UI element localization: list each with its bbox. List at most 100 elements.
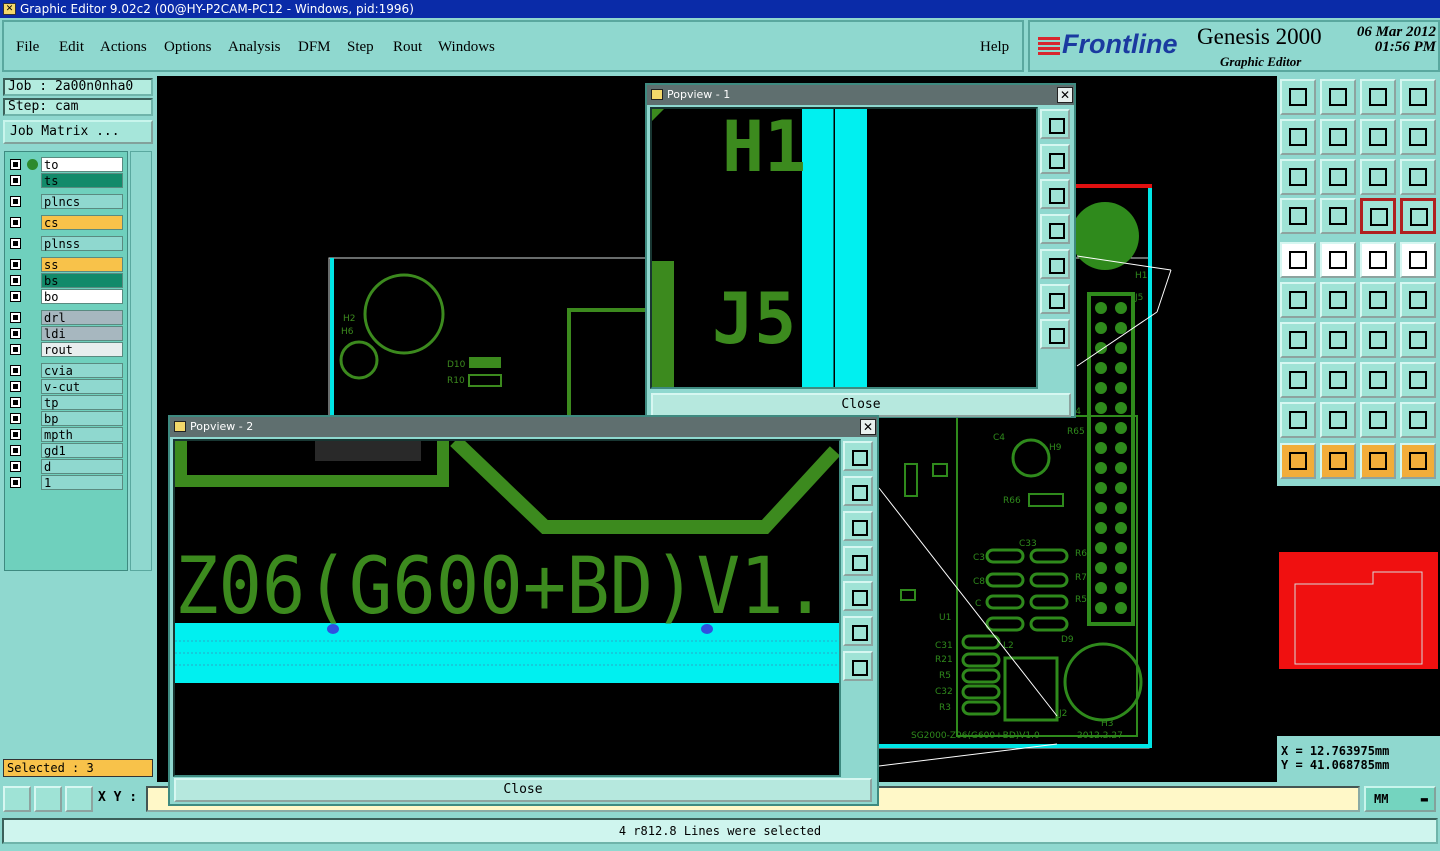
route-edit-button[interactable]	[1400, 443, 1436, 479]
ruler-button[interactable]	[1360, 242, 1396, 278]
job-matrix-button[interactable]: Job Matrix ...	[3, 120, 153, 144]
popview-2-tool-5[interactable]	[843, 581, 873, 611]
layer-checkbox[interactable]	[10, 259, 21, 270]
layer-checkbox[interactable]	[10, 196, 21, 207]
layer-name[interactable]: drl	[41, 310, 123, 325]
redraw-button[interactable]	[1360, 119, 1396, 155]
layer-checkbox[interactable]	[10, 413, 21, 424]
layer-checkbox[interactable]	[10, 477, 21, 488]
layer-name[interactable]: v-cut	[41, 379, 123, 394]
line-draw-button[interactable]	[1320, 322, 1356, 358]
profile-button[interactable]	[1280, 198, 1316, 234]
layer-name[interactable]: rout	[41, 342, 123, 357]
layer-name[interactable]: ss	[41, 257, 123, 272]
layer-row[interactable]: rout	[5, 342, 129, 357]
move-button[interactable]	[1360, 282, 1396, 318]
home-view-button[interactable]	[1280, 79, 1316, 115]
delete-button[interactable]	[1320, 282, 1356, 318]
layer-name[interactable]: cs	[41, 215, 123, 230]
layer-name[interactable]: bp	[41, 411, 123, 426]
layer-name[interactable]: plncs	[41, 194, 123, 209]
pan-left-button[interactable]	[1280, 119, 1316, 155]
layer-checkbox[interactable]	[10, 344, 21, 355]
layer-checkbox[interactable]	[10, 397, 21, 408]
layer-row[interactable]: mpth	[5, 427, 129, 442]
layer-name[interactable]: 1	[41, 475, 123, 490]
angle-button[interactable]	[1280, 322, 1316, 358]
popview-1-tool-6[interactable]	[1040, 284, 1070, 314]
popview-1-tool-2[interactable]	[1040, 144, 1070, 174]
copy-button[interactable]	[1400, 282, 1436, 318]
zoom-fit-button[interactable]	[1320, 159, 1356, 195]
layer-checkbox[interactable]	[10, 217, 21, 228]
popview-1-tool-3[interactable]	[1040, 179, 1070, 209]
menu-windows[interactable]: Windows	[438, 39, 495, 56]
layer-checkbox[interactable]	[10, 291, 21, 302]
layer-row[interactable]: gd1	[5, 443, 129, 458]
layer-row[interactable]: cs	[5, 215, 129, 230]
popview-2-canvas[interactable]: Z06(G600+BD)V1.	[173, 439, 841, 777]
layer-row[interactable]: ldi	[5, 326, 129, 341]
dimension-button[interactable]	[1360, 362, 1396, 398]
layer-row[interactable]: to	[5, 157, 129, 172]
popview-2-close-icon[interactable]: ✕	[860, 419, 876, 435]
line-add-button[interactable]	[1320, 362, 1356, 398]
layer-row[interactable]: d	[5, 459, 129, 474]
clip-area-button[interactable]	[1320, 242, 1356, 278]
layer-name[interactable]: d	[41, 459, 123, 474]
popview-2-tool-7[interactable]	[843, 651, 873, 681]
popview-2-tool-2[interactable]	[843, 476, 873, 506]
feature-select-button[interactable]	[1280, 242, 1316, 278]
menu-edit[interactable]: Edit	[59, 39, 84, 56]
layer-name[interactable]: ts	[41, 173, 123, 188]
scale-1-1-button[interactable]	[1360, 159, 1396, 195]
layer-row[interactable]: ss	[5, 257, 129, 272]
layer-checkbox[interactable]	[10, 445, 21, 456]
arc-4-button[interactable]	[1400, 402, 1436, 438]
layer-row[interactable]: ts	[5, 173, 129, 188]
layer-checkbox[interactable]	[10, 461, 21, 472]
popview-1-tool-7[interactable]	[1040, 319, 1070, 349]
layer-checkbox[interactable]	[10, 159, 21, 170]
layer-name[interactable]: gd1	[41, 443, 123, 458]
full-view-button[interactable]	[1360, 79, 1396, 115]
popview-2-close-button[interactable]: Close	[174, 778, 872, 802]
menu-step[interactable]: Step	[347, 39, 374, 56]
layer-checkbox[interactable]	[10, 365, 21, 376]
menu-actions[interactable]: Actions	[100, 39, 147, 56]
layer-name[interactable]: tp	[41, 395, 123, 410]
snap-button[interactable]	[3, 786, 31, 812]
layer-row[interactable]: 1	[5, 475, 129, 490]
layer-scrollbar[interactable]	[130, 151, 152, 571]
layer-row[interactable]: bs	[5, 273, 129, 288]
layer-checkbox[interactable]	[10, 275, 21, 286]
popview-1-close-icon[interactable]: ✕	[1057, 87, 1073, 103]
popview-1-tool-1[interactable]	[1040, 109, 1070, 139]
fit-screen-button[interactable]	[1280, 159, 1316, 195]
arc-3-button[interactable]	[1360, 402, 1396, 438]
layer-name[interactable]: cvia	[41, 363, 123, 378]
pad-select-button[interactable]	[1400, 242, 1436, 278]
arc-2-button[interactable]	[1320, 402, 1356, 438]
layer-name[interactable]: mpth	[41, 427, 123, 442]
zoom-area-button[interactable]	[1400, 79, 1436, 115]
layer-name[interactable]: plnss	[41, 236, 123, 251]
mirror-button[interactable]	[1400, 322, 1436, 358]
layer-checkbox[interactable]	[10, 429, 21, 440]
layer-row[interactable]: v-cut	[5, 379, 129, 394]
units-selector[interactable]: MM ▬	[1364, 786, 1436, 812]
menu-rout[interactable]: Rout	[393, 39, 422, 56]
layer-name[interactable]: bs	[41, 273, 123, 288]
popview-2-tool-6[interactable]	[843, 616, 873, 646]
pad-add-button[interactable]	[1280, 362, 1316, 398]
popview-1-close-button[interactable]: Close	[651, 393, 1071, 417]
rotate-button[interactable]	[1360, 322, 1396, 358]
layer-row[interactable]: cvia	[5, 363, 129, 378]
menu-help[interactable]: Help	[980, 39, 1009, 56]
layer-row[interactable]: tp	[5, 395, 129, 410]
popview-1-canvas[interactable]: H1 J5	[650, 107, 1038, 389]
menu-options[interactable]: Options	[164, 39, 212, 56]
measure-button[interactable]	[34, 786, 62, 812]
layer-row[interactable]: bo	[5, 289, 129, 304]
popview-2-tool-3[interactable]	[843, 511, 873, 541]
